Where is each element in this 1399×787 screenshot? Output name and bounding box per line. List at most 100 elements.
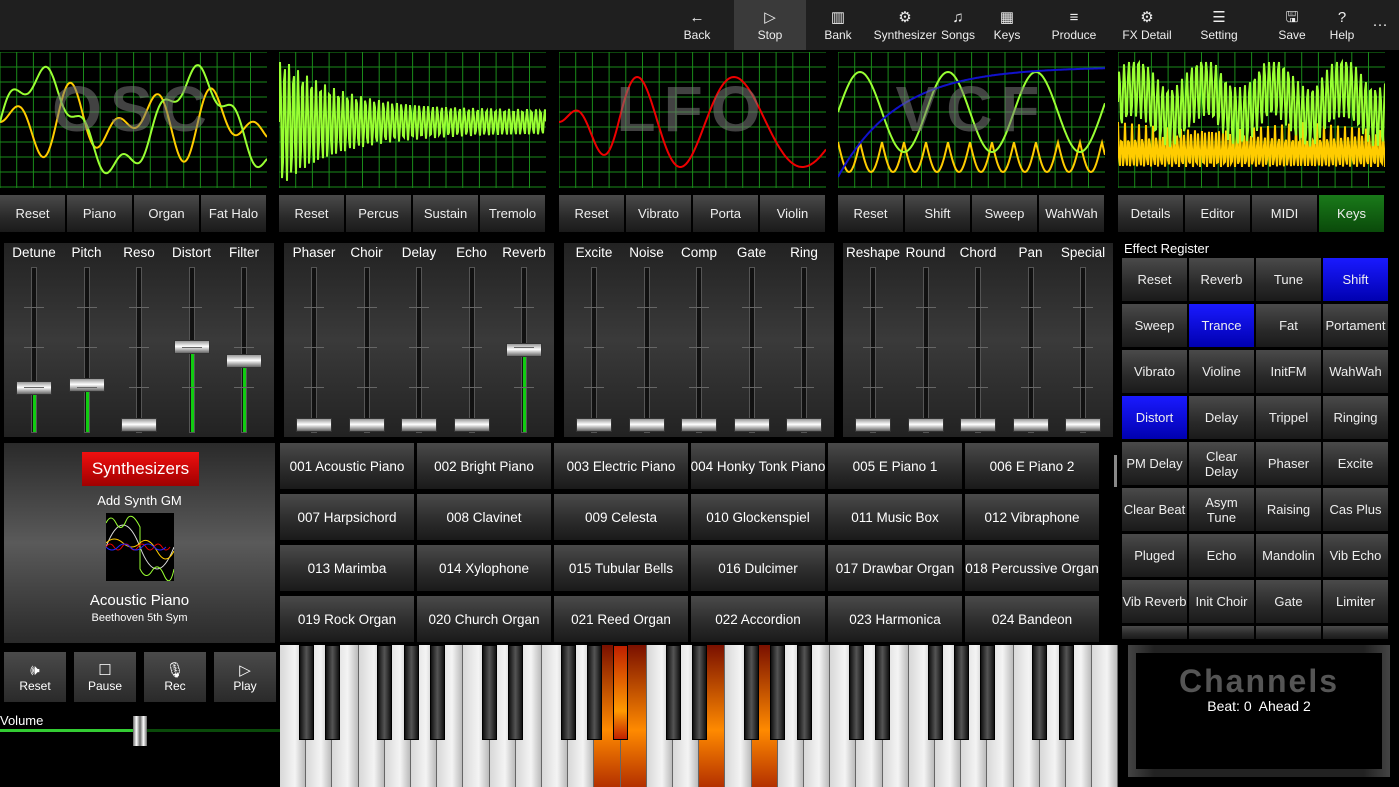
instrument-item[interactable]: 021 Reed Organ [554, 596, 688, 642]
piano-black-key[interactable] [954, 645, 969, 740]
instrument-item[interactable]: 002 Bright Piano [417, 443, 551, 489]
instrument-item[interactable]: 013 Marimba [280, 545, 414, 591]
piano-black-key[interactable] [325, 645, 340, 740]
scope-button-fat-halo[interactable]: Fat Halo [201, 195, 266, 232]
more-button[interactable]: ··· [1367, 0, 1394, 50]
effect-empty-button[interactable] [1323, 626, 1388, 639]
effect-trance-button[interactable]: Trance [1189, 304, 1254, 347]
instrument-item[interactable]: 019 Rock Organ [280, 596, 414, 642]
effect-fat-button[interactable]: Fat [1256, 304, 1321, 347]
scope-button-wahwah[interactable]: WahWah [1039, 195, 1104, 232]
scope-button-reset[interactable]: Reset [559, 195, 624, 232]
fader-thumb[interactable] [629, 418, 665, 432]
effect-wahwah-button[interactable]: WahWah [1323, 350, 1388, 393]
piano-black-key[interactable] [797, 645, 812, 740]
piano-black-key[interactable] [1032, 645, 1047, 740]
fx-detail-button[interactable]: ⚙FX Detail [1116, 0, 1177, 50]
effect-limiter-button[interactable]: Limiter [1323, 580, 1388, 623]
scope-button-editor[interactable]: Editor [1185, 195, 1250, 232]
effect-init-choir-button[interactable]: Init Choir [1189, 580, 1254, 623]
effect-reverb-button[interactable]: Reverb [1189, 258, 1254, 301]
fader-special[interactable] [1080, 267, 1086, 433]
fader-thumb[interactable] [908, 418, 944, 432]
instrument-item[interactable]: 009 Celesta [554, 494, 688, 540]
instrument-item[interactable]: 018 Percussive Organ [965, 545, 1099, 591]
piano-black-key[interactable] [404, 645, 419, 740]
scope-button-keys[interactable]: Keys [1319, 195, 1384, 232]
fader-pitch[interactable] [84, 267, 90, 433]
scope-button-tremolo[interactable]: Tremolo [480, 195, 545, 232]
instrument-item[interactable]: 024 Bandeon [965, 596, 1099, 642]
pause-button[interactable]: ☐Pause [74, 652, 136, 702]
scope-button-percus[interactable]: Percus [346, 195, 411, 232]
piano-black-key[interactable] [666, 645, 681, 740]
effect-clear-beat-button[interactable]: Clear Beat [1122, 488, 1187, 531]
fader-thumb[interactable] [855, 418, 891, 432]
fader-ring[interactable] [801, 267, 807, 433]
instrument-item[interactable]: 014 Xylophone [417, 545, 551, 591]
piano-black-key[interactable] [928, 645, 943, 740]
effect-sweep-button[interactable]: Sweep [1122, 304, 1187, 347]
fader-delay[interactable] [416, 267, 422, 433]
fader-filter[interactable] [241, 267, 247, 433]
instrument-item[interactable]: 012 Vibraphone [965, 494, 1099, 540]
effect-delay-button[interactable]: Delay [1189, 396, 1254, 439]
effect-pm-delay-button[interactable]: PM Delay [1122, 442, 1187, 485]
fader-echo[interactable] [469, 267, 475, 433]
effect-vib-echo-button[interactable]: Vib Echo [1323, 534, 1388, 577]
effect-ringing-button[interactable]: Ringing [1323, 396, 1388, 439]
effect-cas-plus-button[interactable]: Cas Plus [1323, 488, 1388, 531]
fader-gate[interactable] [749, 267, 755, 433]
scope-button-organ[interactable]: Organ [134, 195, 199, 232]
instrument-scrollbar[interactable] [1114, 455, 1117, 487]
help-button[interactable]: ?Help [1324, 0, 1361, 50]
effect-trippel-button[interactable]: Trippel [1256, 396, 1321, 439]
fader-thumb[interactable] [121, 418, 157, 432]
fader-thumb[interactable] [734, 418, 770, 432]
piano-black-key[interactable] [430, 645, 445, 740]
effect-portament-button[interactable]: Portament [1323, 304, 1388, 347]
rec-button[interactable]: 🎙Rec [144, 652, 206, 702]
scope-button-midi[interactable]: MIDI [1252, 195, 1317, 232]
instrument-item[interactable]: 008 Clavinet [417, 494, 551, 540]
fader-phaser[interactable] [311, 267, 317, 433]
synthesizer-button[interactable]: ⚙Synthesizer [868, 0, 943, 50]
instrument-item[interactable]: 006 E Piano 2 [965, 443, 1099, 489]
volume-slider[interactable] [0, 729, 280, 732]
scope-button-vibrato[interactable]: Vibrato [626, 195, 691, 232]
effect-violine-button[interactable]: Violine [1189, 350, 1254, 393]
fader-excite[interactable] [591, 267, 597, 433]
piano-black-key[interactable] [849, 645, 864, 740]
fader-comp[interactable] [696, 267, 702, 433]
play-button[interactable]: ▷Play [214, 652, 276, 702]
piano-black-key[interactable] [692, 645, 707, 740]
fader-thumb[interactable] [681, 418, 717, 432]
effect-mandolin-button[interactable]: Mandolin [1256, 534, 1321, 577]
fader-thumb[interactable] [226, 354, 262, 368]
instrument-item[interactable]: 016 Dulcimer [691, 545, 825, 591]
scope-button-sustain[interactable]: Sustain [413, 195, 478, 232]
instrument-item[interactable]: 003 Electric Piano [554, 443, 688, 489]
fader-choir[interactable] [364, 267, 370, 433]
fader-thumb[interactable] [296, 418, 332, 432]
effect-pluged-button[interactable]: Pluged [1122, 534, 1187, 577]
effect-empty-button[interactable] [1122, 626, 1187, 639]
synthesizers-button[interactable]: Synthesizers [82, 452, 199, 486]
scope-button-details[interactable]: Details [1118, 195, 1183, 232]
piano-black-key[interactable] [875, 645, 890, 740]
instrument-item[interactable]: 004 Honky Tonk Piano [691, 443, 825, 489]
effect-vibrato-button[interactable]: Vibrato [1122, 350, 1187, 393]
fader-reso[interactable] [136, 267, 142, 433]
fader-thumb[interactable] [1013, 418, 1049, 432]
instrument-item[interactable]: 023 Harmonica [828, 596, 962, 642]
keys-button[interactable]: ▦Keys [988, 0, 1027, 50]
fader-reverb[interactable] [521, 267, 527, 433]
scope-button-reset[interactable]: Reset [279, 195, 344, 232]
setting-button[interactable]: ☰Setting [1194, 0, 1243, 50]
scope-button-piano[interactable]: Piano [67, 195, 132, 232]
scope-button-violin[interactable]: Violin [760, 195, 825, 232]
scope-button-sweep[interactable]: Sweep [972, 195, 1037, 232]
fader-chord[interactable] [975, 267, 981, 433]
fader-thumb[interactable] [349, 418, 385, 432]
piano-black-key[interactable] [770, 645, 785, 740]
